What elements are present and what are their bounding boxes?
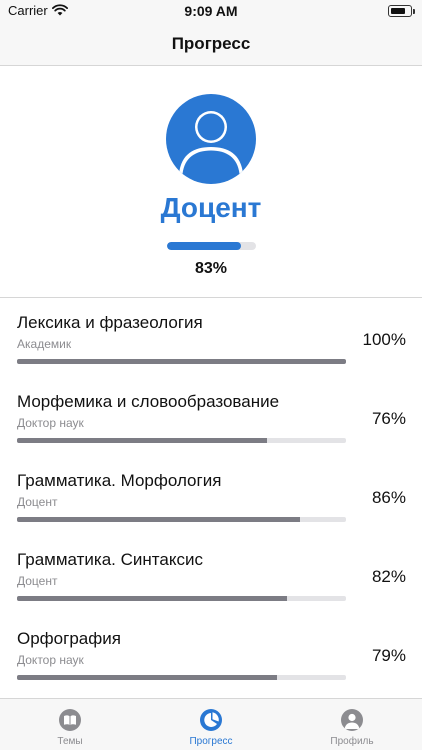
person-icon	[341, 709, 363, 731]
topic-row[interactable]: Орфография Доктор наук 79%	[0, 615, 422, 694]
topic-row[interactable]: Лексика и фразеология Академик 100%	[0, 299, 422, 378]
topic-percent: 100%	[362, 330, 406, 349]
topic-progress-bar	[17, 517, 346, 522]
topic-level: Доктор наук	[17, 416, 84, 430]
topic-level: Доцент	[17, 495, 58, 509]
pie-chart-icon	[200, 709, 222, 731]
overall-percent: 83%	[194, 260, 228, 277]
topic-progress-fill	[17, 596, 287, 601]
tab-topics[interactable]: Темы	[0, 699, 140, 750]
topic-name: Орфография	[17, 629, 121, 648]
status-time: 9:09 AM	[184, 3, 238, 19]
navigation-bar: Прогресс	[0, 24, 422, 66]
status-bar: Carrier 9:09 AM	[0, 0, 422, 24]
tab-profile[interactable]: Профиль	[282, 699, 422, 750]
battery-icon	[388, 5, 415, 17]
topic-percent: 76%	[371, 409, 406, 428]
topic-progress-bar	[17, 359, 346, 364]
topic-name: Морфемика и словообразование	[17, 392, 280, 411]
rank-title: Доцент	[160, 192, 262, 223]
tab-label: Темы	[57, 736, 83, 747]
topic-percent: 82%	[371, 567, 406, 586]
battery-cap	[413, 9, 415, 14]
topic-progress-fill	[17, 438, 268, 443]
topic-name: Грамматика. Синтаксис	[17, 550, 203, 569]
overall-progress-fill	[167, 242, 241, 250]
topic-level: Доцент	[17, 574, 58, 588]
topic-progress-bar	[17, 438, 346, 443]
avatar-icon	[166, 94, 256, 184]
topic-progress-fill	[17, 517, 300, 522]
topic-percent: 86%	[371, 488, 406, 507]
topic-row[interactable]: Морфемика и словообразование Доктор наук…	[0, 378, 422, 457]
page-title: Прогресс	[171, 34, 251, 53]
topic-progress-bar	[17, 675, 346, 680]
tab-progress[interactable]: Прогресс	[141, 699, 281, 750]
topic-progress-fill	[17, 675, 277, 680]
topic-row[interactable]: Грамматика. Синтаксис Доцент 82%	[0, 536, 422, 615]
topic-name: Грамматика. Морфология	[17, 471, 222, 490]
tab-label: Прогресс	[189, 736, 233, 747]
topic-percent: 79%	[371, 646, 406, 665]
profile-summary: Доцент 83%	[0, 66, 422, 298]
battery-level-fill	[391, 8, 405, 14]
topic-progress-bar	[17, 596, 346, 601]
topic-row[interactable]: Грамматика. Морфология Доцент 86%	[0, 457, 422, 536]
tab-bar: Темы Прогресс Профиль	[0, 698, 422, 750]
topic-list[interactable]: Лексика и фразеология Академик 100% Морф…	[0, 299, 422, 698]
topic-level: Академик	[17, 337, 72, 351]
topic-name: Лексика и фразеология	[17, 313, 203, 332]
book-icon	[59, 709, 81, 731]
overall-progress-bar	[167, 242, 256, 250]
topic-progress-fill	[17, 359, 346, 364]
topic-level: Доктор наук	[17, 653, 84, 667]
tab-label: Профиль	[330, 736, 374, 747]
